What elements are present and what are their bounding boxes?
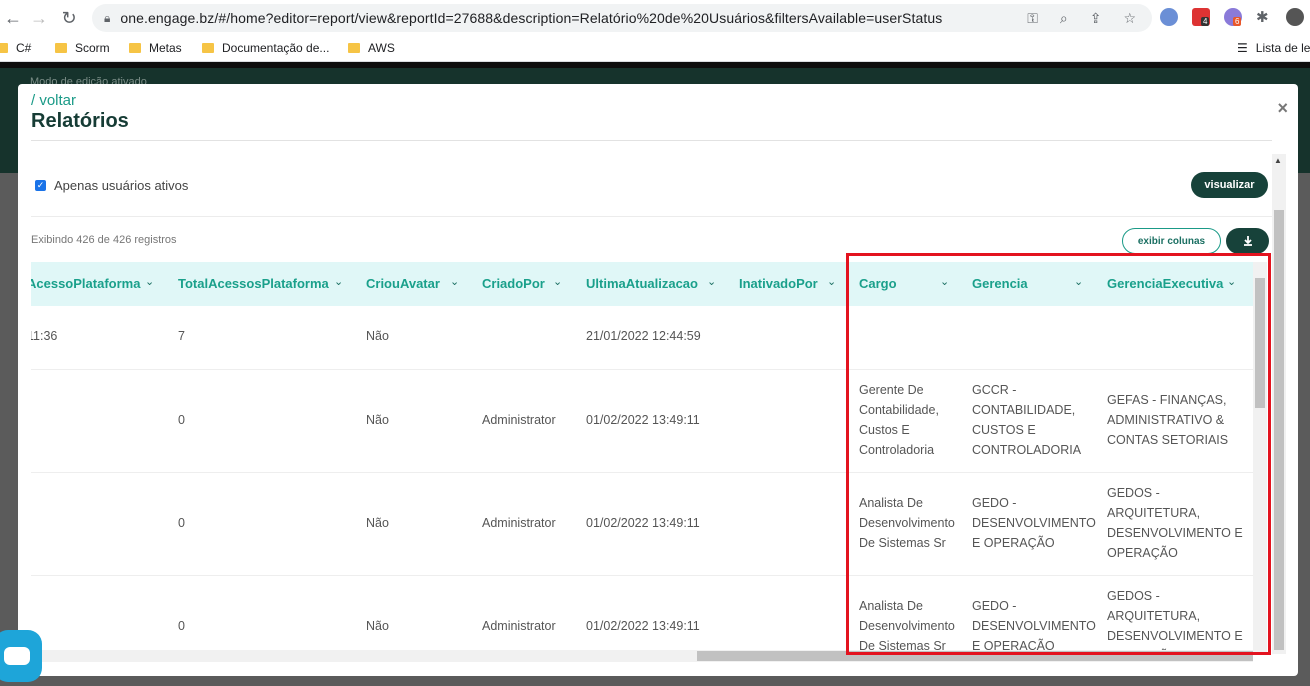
reload-icon[interactable]: ↻ (56, 5, 82, 31)
scrollbar-thumb[interactable] (1274, 210, 1284, 650)
filter-label: Apenas usuários ativos (54, 178, 189, 193)
column-header-acessoplataforma[interactable]: AcessoPlataforma (31, 276, 140, 291)
record-count: Exibindo 426 de 426 registros (31, 234, 177, 246)
cell-criado: Administrator (482, 516, 556, 530)
cell-ultima: 21/01/2022 12:44:59 (586, 329, 701, 343)
chevron-down-icon[interactable]: ⌄ (334, 275, 343, 288)
key-icon[interactable]: ⚿ (1027, 10, 1038, 27)
extension-icon[interactable]: 6 (1224, 8, 1242, 26)
folder-icon (129, 43, 141, 53)
column-header-criouavatar[interactable]: CriouAvatar (366, 276, 440, 291)
back-link[interactable]: / voltar (31, 92, 76, 109)
cell-total: 0 (178, 413, 185, 427)
page-title: Relatórios (31, 110, 129, 132)
bookmark-scorm[interactable]: Scorm (55, 41, 110, 55)
show-columns-button[interactable]: exibir colunas (1122, 228, 1221, 254)
share-icon[interactable]: ⇪ (1090, 10, 1102, 27)
highlight-box (846, 253, 1271, 655)
bookmark-csharp[interactable]: C# (0, 41, 31, 55)
chevron-down-icon[interactable]: ⌄ (145, 275, 154, 288)
bookmarks-bar: C# Scorm Metas Documentação de... AWS ☰ L… (0, 36, 1310, 62)
url-text: one.engage.bz/#/home?editor=report/view&… (120, 10, 943, 26)
download-button[interactable] (1226, 228, 1269, 254)
cell-avatar: Não (366, 516, 389, 530)
extension-icon[interactable] (1160, 8, 1178, 26)
cell-avatar: Não (366, 619, 389, 633)
extension-icon[interactable]: 4 (1192, 8, 1210, 26)
extension-badge: 4 (1201, 17, 1210, 26)
zoom-icon[interactable]: ⌕ (1060, 10, 1068, 27)
column-header-inativadopor[interactable]: InativadoPor (739, 276, 818, 291)
browser-toolbar: ← → ↻ 🔒︎ one.engage.bz/#/home?editor=rep… (0, 0, 1310, 36)
cell-criado: Administrator (482, 413, 556, 427)
cell-total: 0 (178, 516, 185, 530)
reading-list-icon: ☰ (1237, 41, 1248, 55)
cell-avatar: Não (366, 413, 389, 427)
cell-ultima: 01/02/2022 13:49:11 (586, 516, 700, 530)
forward-arrow-icon[interactable]: → (26, 5, 52, 31)
cell-total: 0 (178, 619, 185, 633)
reading-list[interactable]: ☰ Lista de le (1237, 41, 1310, 55)
cell-ultima: 01/02/2022 13:49:11 (586, 413, 700, 427)
divider (31, 216, 1272, 217)
visualize-button[interactable]: visualizar (1191, 172, 1268, 198)
puzzle-icon[interactable]: ✱ (1256, 8, 1269, 26)
column-header-totalacessosplataforma[interactable]: TotalAcessosPlataforma (178, 276, 329, 291)
folder-icon (55, 43, 67, 53)
scroll-up-icon[interactable]: ▲ (1274, 156, 1282, 165)
cell-acesso: 11:36 (31, 329, 58, 343)
folder-icon (348, 43, 360, 53)
chat-icon (4, 647, 30, 665)
modal-scrollbar[interactable]: ▲ (1272, 154, 1286, 654)
chat-widget-button[interactable] (0, 630, 42, 682)
star-icon[interactable]: ☆ (1123, 10, 1136, 27)
cell-avatar: Não (366, 329, 389, 343)
back-arrow-icon[interactable]: ← (0, 5, 26, 31)
column-header-ultimaatualizacao[interactable]: UltimaAtualizacao (586, 276, 698, 291)
cell-ultima: 01/02/2022 13:49:11 (586, 619, 700, 633)
bookmark-aws[interactable]: AWS (348, 41, 395, 55)
download-icon (1243, 236, 1252, 246)
folder-icon (0, 43, 8, 53)
divider (31, 140, 1272, 141)
active-users-filter[interactable]: ✓ Apenas usuários ativos (35, 178, 188, 193)
close-icon[interactable]: × (1277, 98, 1288, 119)
bookmark-documentacao[interactable]: Documentação de... (202, 41, 329, 55)
lock-icon: 🔒︎ (104, 10, 111, 25)
bookmark-metas[interactable]: Metas (129, 41, 182, 55)
address-bar[interactable]: 🔒︎ one.engage.bz/#/home?editor=report/vi… (92, 4, 1152, 32)
cell-criado: Administrator (482, 619, 556, 633)
avatar[interactable] (1286, 8, 1304, 26)
chevron-down-icon[interactable]: ⌄ (707, 275, 716, 288)
cell-total: 7 (178, 329, 185, 343)
extension-badge: 6 (1233, 17, 1242, 26)
chevron-down-icon[interactable]: ⌄ (553, 275, 562, 288)
checkbox-checked-icon[interactable]: ✓ (35, 180, 46, 191)
column-header-criadopor[interactable]: CriadoPor (482, 276, 545, 291)
folder-icon (202, 43, 214, 53)
chevron-down-icon[interactable]: ⌄ (450, 275, 459, 288)
chevron-down-icon[interactable]: ⌄ (827, 275, 836, 288)
